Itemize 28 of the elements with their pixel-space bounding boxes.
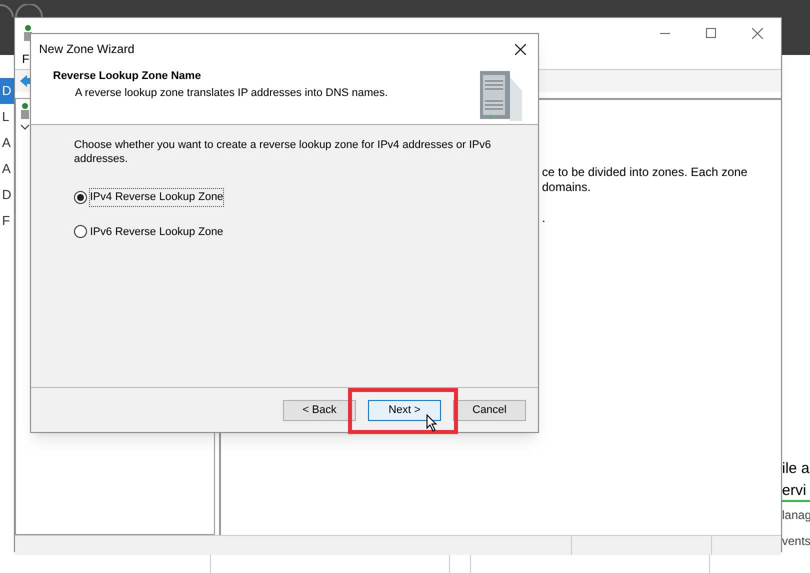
wizard-button[interactable]: Cancel — [453, 400, 526, 420]
description-text: domains. — [542, 180, 592, 195]
chevron-icon[interactable] — [20, 123, 30, 131]
description-text: ce to be divided into zones. Each zone — [542, 165, 748, 180]
side-text: ile a — [782, 459, 810, 479]
description-text: . — [542, 211, 546, 226]
server-icon — [20, 103, 30, 119]
radio-option[interactable]: IPv6 Reverse Lookup Zone — [74, 222, 495, 241]
page-heading: Reverse Lookup Zone Name — [53, 69, 202, 84]
nav-item[interactable]: D — [0, 78, 14, 104]
wizard-button[interactable]: Next > — [368, 400, 441, 420]
menu-item[interactable]: F — [22, 50, 30, 68]
instruction-text: Choose whether you want to create a reverse lookup zone for IPv4 addresses or IPv6 addresses. — [74, 138, 492, 166]
server-tower-icon — [480, 71, 522, 121]
dialog-title: New Zone Wizard — [39, 41, 134, 58]
nav-item[interactable]: L — [0, 104, 14, 130]
nav-item[interactable]: F — [0, 208, 14, 234]
side-text: vents — [782, 533, 810, 550]
back-icon[interactable] — [0, 4, 14, 17]
wizard-button[interactable]: < Back — [283, 400, 356, 420]
radio-option[interactable]: IPv4 Reverse Lookup Zone — [74, 188, 495, 206]
forward-icon[interactable] — [15, 4, 43, 17]
close-icon[interactable] — [515, 44, 526, 54]
cursor-icon — [426, 414, 438, 432]
nav-item[interactable]: A — [0, 130, 14, 156]
page-description: A reverse lookup zone translates IP addresses into DNS names. — [75, 86, 389, 100]
nav-item[interactable]: A — [0, 156, 14, 182]
nav-item[interactable]: D — [0, 182, 14, 208]
